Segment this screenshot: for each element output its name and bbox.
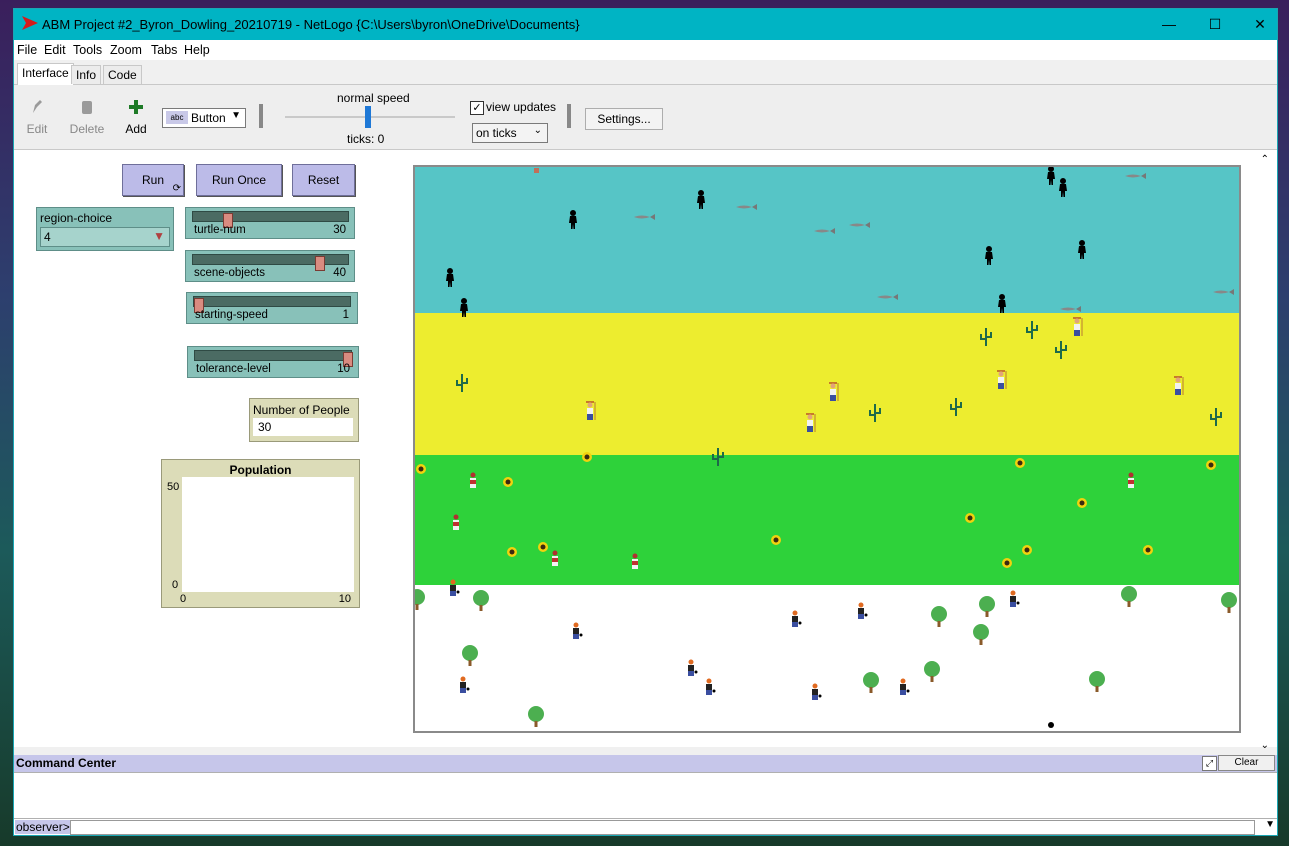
run-button[interactable]: Run ⟳ bbox=[122, 164, 184, 196]
add-button[interactable]: Add bbox=[122, 99, 150, 136]
slider-name: turtle-num bbox=[194, 224, 246, 236]
world-agents bbox=[415, 167, 1237, 728]
plot-area bbox=[182, 477, 354, 592]
population-plot: Population 50 0 0 10 bbox=[161, 459, 360, 608]
update-mode-value: on ticks bbox=[476, 126, 517, 140]
chevron-down-icon: ▼ bbox=[153, 229, 165, 243]
chevron-down-icon: ▼ bbox=[231, 110, 241, 121]
toolbar: Edit Delete Add abc Button ▼ normal spee… bbox=[14, 85, 1277, 150]
edit-label: Edit bbox=[26, 122, 48, 136]
close-button[interactable]: ✕ bbox=[1245, 13, 1275, 35]
toolbar-separator bbox=[259, 104, 263, 128]
interface-canvas: Run ⟳ Run Once Reset region-choice 4 ▼ t… bbox=[14, 150, 1277, 751]
view-updates-checkbox[interactable]: ✓ bbox=[470, 101, 484, 115]
button-widget-icon: abc bbox=[166, 111, 188, 124]
slider-track[interactable] bbox=[192, 254, 349, 271]
reset-button[interactable]: Reset bbox=[292, 164, 355, 196]
chevron-down-icon[interactable]: ▼ bbox=[1265, 819, 1275, 830]
number-of-people-monitor: Number of People 30 bbox=[249, 398, 359, 442]
window-title: ABM Project #2_Byron_Dowling_20210719 - … bbox=[42, 17, 580, 32]
settings-button[interactable]: Settings... bbox=[585, 108, 663, 130]
expand-icon[interactable]: ⤢ bbox=[1202, 756, 1217, 771]
menu-edit[interactable]: Edit bbox=[44, 43, 66, 57]
tab-code[interactable]: Code bbox=[103, 65, 142, 84]
widget-type-select[interactable]: abc Button ▼ bbox=[162, 108, 246, 128]
ticks-counter: ticks: 0 bbox=[347, 132, 385, 146]
plot-ymax: 50 bbox=[167, 481, 180, 493]
turtle-num-slider[interactable]: turtle-num 30 bbox=[185, 207, 355, 239]
delete-button[interactable]: Delete bbox=[69, 99, 105, 136]
edit-button[interactable]: Edit bbox=[24, 99, 50, 136]
plot-xmax: 10 bbox=[338, 593, 351, 605]
run-once-button[interactable]: Run Once bbox=[196, 164, 282, 196]
slider-value: 40 bbox=[333, 267, 346, 279]
plot-xmin: 0 bbox=[180, 593, 187, 605]
monitor-value-box: 30 bbox=[253, 418, 353, 436]
command-input[interactable] bbox=[70, 820, 1255, 835]
pencil-icon bbox=[33, 100, 42, 113]
plus-icon bbox=[129, 100, 143, 114]
menu-tabs[interactable]: Tabs bbox=[151, 43, 177, 57]
speed-slider[interactable] bbox=[285, 106, 455, 128]
slider-name: scene-objects bbox=[194, 267, 265, 279]
widget-type-value: Button bbox=[191, 111, 226, 125]
scroll-up-arrow-icon[interactable]: ⌃ bbox=[1261, 154, 1269, 165]
menu-bar: File Edit Tools Zoom Tabs Help bbox=[14, 40, 1277, 60]
add-label: Add bbox=[125, 122, 147, 136]
tab-strip: Interface Info Code bbox=[14, 62, 1277, 85]
slider-track[interactable] bbox=[192, 211, 349, 228]
command-center-title: Command Center bbox=[16, 756, 117, 770]
slider-name: tolerance-level bbox=[196, 363, 271, 375]
netlogo-logo-icon bbox=[22, 16, 38, 30]
region-choice-value: 4 bbox=[44, 230, 51, 244]
slider-track[interactable] bbox=[193, 296, 351, 313]
starting-speed-slider[interactable]: starting-speed 1 bbox=[186, 292, 358, 324]
tolerance-level-slider[interactable]: tolerance-level 10 bbox=[187, 346, 359, 378]
scene-objects-slider[interactable]: scene-objects 40 bbox=[185, 250, 355, 282]
maximize-button[interactable]: ☐ bbox=[1200, 13, 1230, 35]
title-bar: ABM Project #2_Byron_Dowling_20210719 - … bbox=[14, 9, 1277, 40]
slider-value: 1 bbox=[342, 309, 349, 321]
monitor-label: Number of People bbox=[253, 403, 350, 417]
region-choice-select[interactable]: 4 ▼ bbox=[40, 227, 170, 247]
world-view[interactable] bbox=[413, 165, 1241, 733]
run-label: Run bbox=[142, 173, 165, 187]
observer-prompt: observer> bbox=[15, 820, 71, 834]
delete-label: Delete bbox=[69, 122, 105, 136]
toolbar-separator bbox=[567, 104, 571, 128]
speed-slider-thumb[interactable] bbox=[365, 106, 371, 128]
clear-button[interactable]: Clear bbox=[1218, 755, 1275, 771]
netlogo-window: ABM Project #2_Byron_Dowling_20210719 - … bbox=[13, 8, 1278, 836]
slider-value: 30 bbox=[333, 224, 346, 236]
command-output[interactable] bbox=[14, 772, 1277, 819]
trash-icon bbox=[82, 101, 92, 114]
tab-info[interactable]: Info bbox=[71, 65, 102, 84]
minimize-button[interactable]: — bbox=[1154, 13, 1184, 35]
menu-help[interactable]: Help bbox=[184, 43, 210, 57]
region-choice-chooser[interactable]: region-choice 4 ▼ bbox=[36, 207, 174, 251]
forever-icon: ⟳ bbox=[172, 183, 181, 194]
command-center-header: Command Center ⤢ Clear bbox=[14, 755, 1277, 772]
slider-value: 10 bbox=[337, 363, 350, 375]
view-updates-label: view updates bbox=[486, 100, 557, 114]
menu-zoom[interactable]: Zoom bbox=[110, 43, 142, 57]
update-mode-select[interactable]: on ticks ⌄ bbox=[472, 123, 548, 143]
observer-command-line[interactable]: observer> ▼ bbox=[14, 818, 1277, 835]
region-choice-label: region-choice bbox=[40, 211, 113, 225]
scroll-down-arrow-icon[interactable]: ⌄ bbox=[1261, 740, 1269, 751]
slider-name: starting-speed bbox=[195, 309, 268, 321]
chevron-down-icon: ⌄ bbox=[533, 125, 542, 136]
slider-track[interactable] bbox=[194, 350, 353, 367]
tab-interface[interactable]: Interface bbox=[17, 63, 74, 85]
monitor-value: 30 bbox=[258, 420, 272, 434]
menu-tools[interactable]: Tools bbox=[73, 43, 102, 57]
plot-ymin: 0 bbox=[172, 579, 179, 591]
speed-label: normal speed bbox=[337, 91, 410, 105]
plot-title: Population bbox=[229, 463, 292, 477]
menu-file[interactable]: File bbox=[17, 43, 37, 57]
slider-thumb[interactable] bbox=[315, 256, 325, 271]
